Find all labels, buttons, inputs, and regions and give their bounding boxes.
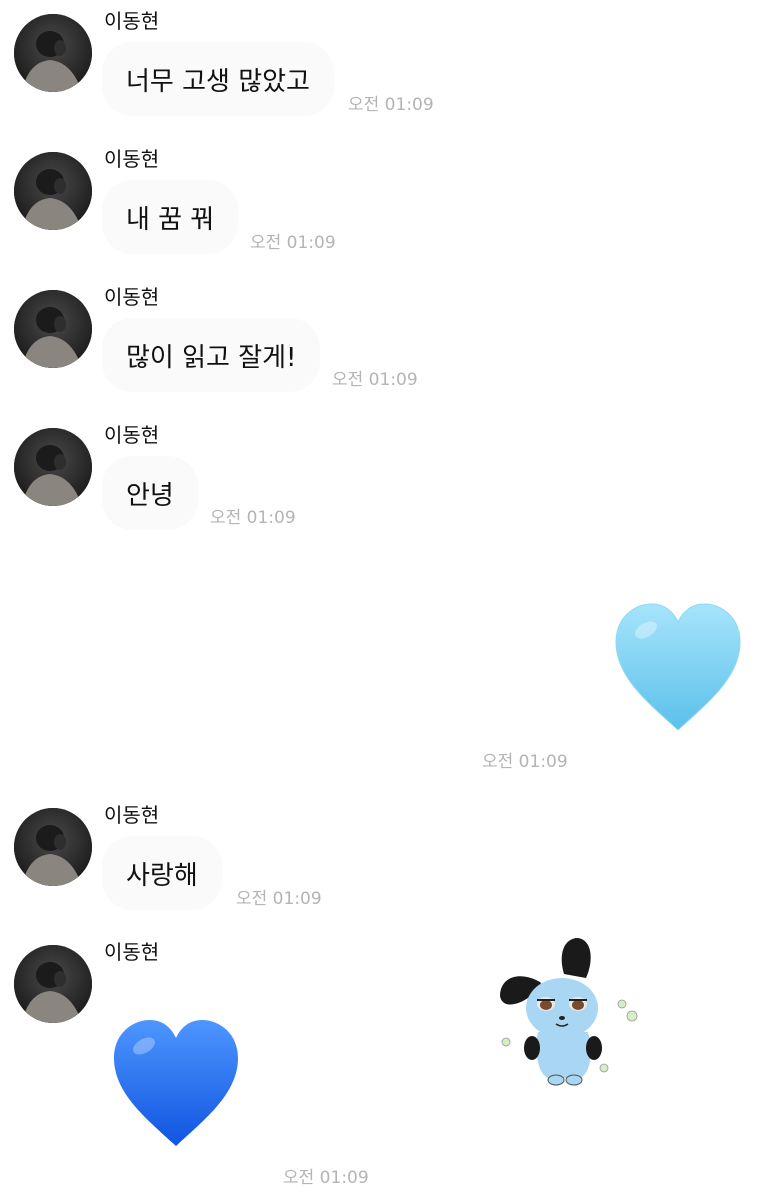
message-timestamp: 오전 01:09 [348, 95, 434, 115]
message-timestamp: 오전 01:09 [236, 889, 322, 909]
sender-avatar[interactable] [14, 428, 92, 506]
message-bubble[interactable]: 많이 읽고 잘게! [102, 318, 321, 392]
message-bubble[interactable]: 내 꿈 꿔 [102, 180, 239, 254]
light-blue-heart-icon[interactable] [610, 600, 746, 734]
sender-avatar[interactable] [14, 945, 92, 1023]
sender-name: 이동현 [104, 9, 160, 33]
sender-avatar[interactable] [14, 152, 92, 230]
message-bubble[interactable]: 사랑해 [102, 836, 222, 910]
sender-name: 이동현 [104, 803, 160, 827]
message-bubble[interactable]: 너무 고생 많았고 [102, 42, 334, 116]
message-timestamp: 오전 01:09 [250, 233, 336, 253]
sender-name: 이동현 [104, 940, 160, 964]
sender-avatar[interactable] [14, 14, 92, 92]
sender-name: 이동현 [104, 147, 160, 171]
message-timestamp: 오전 01:09 [482, 752, 568, 772]
blue-heart-icon[interactable] [108, 1016, 244, 1150]
message-timestamp: 오전 01:09 [210, 508, 296, 528]
sender-avatar[interactable] [14, 808, 92, 886]
message-timestamp: 오전 01:09 [332, 370, 418, 390]
message-bubble[interactable]: 안녕 [102, 456, 198, 530]
sender-name: 이동현 [104, 423, 160, 447]
sender-name: 이동현 [104, 285, 160, 309]
sender-avatar[interactable] [14, 290, 92, 368]
message-timestamp: 오전 01:09 [283, 1168, 369, 1188]
puppy-sticker[interactable] [494, 934, 644, 1086]
